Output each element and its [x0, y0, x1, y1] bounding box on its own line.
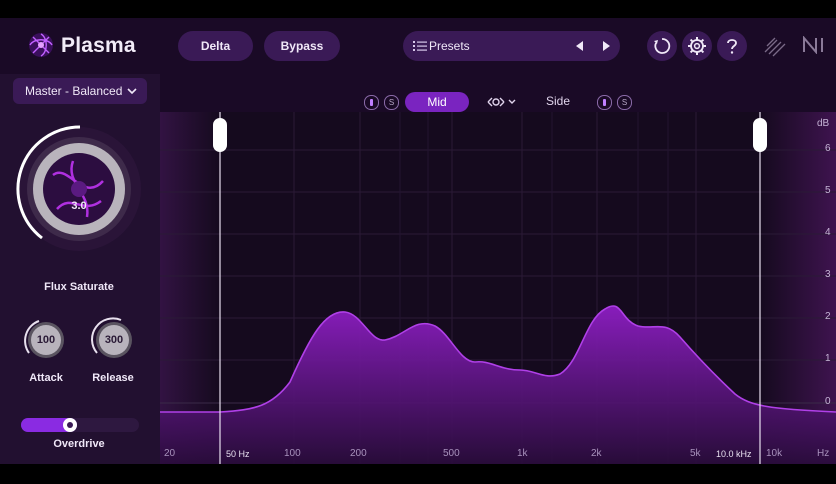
- db-tick: 4: [825, 227, 831, 238]
- attack-value: 100: [36, 334, 56, 346]
- side-tab[interactable]: Side: [546, 94, 570, 108]
- previous-preset-icon[interactable]: [573, 39, 587, 53]
- flux-saturate-label: Flux Saturate: [44, 281, 114, 293]
- release-value: 300: [104, 334, 124, 346]
- spectrum-svg: [160, 112, 836, 464]
- flux-saturate-value: 3.0: [71, 200, 87, 212]
- db-tick: 0: [825, 396, 831, 407]
- list-icon: [413, 41, 427, 51]
- izotope-logo-icon: [764, 37, 786, 57]
- db-tick: 6: [825, 143, 831, 154]
- overdrive-thumb[interactable]: [63, 418, 77, 432]
- help-icon: [727, 39, 737, 54]
- preset-mode-dropdown[interactable]: Master - Balanced: [13, 78, 147, 104]
- presets-label: Presets: [429, 39, 470, 53]
- plasma-window: Plasma Delta Bypass Presets Master - Bal…: [0, 18, 836, 464]
- hz-tick: 200: [350, 448, 367, 459]
- settings-button[interactable]: [682, 31, 712, 61]
- flux-saturate-knob[interactable]: [13, 123, 145, 255]
- chevron-down-icon: [127, 88, 137, 95]
- hz-tick: 5k: [690, 448, 701, 459]
- main-panel: S Mid Side S dB 6 5 4 3 2 1 0 20 50 Hz 1…: [160, 74, 836, 464]
- presets-bar[interactable]: Presets: [403, 31, 620, 61]
- top-toolbar: Plasma Delta Bypass Presets: [0, 18, 836, 74]
- high-cut-handle[interactable]: [753, 118, 767, 152]
- hz-tick: 20: [164, 448, 176, 459]
- mid-tab[interactable]: Mid: [405, 92, 469, 112]
- spectrum-graph[interactable]: dB 6 5 4 3 2 1 0 20 50 Hz 100 200 500 1k…: [160, 112, 836, 464]
- preset-mode-value: Master - Balanced: [25, 84, 123, 98]
- stereo-link-icon[interactable]: [484, 96, 518, 108]
- hz-tick: 10k: [766, 448, 783, 459]
- assistant-icon: [654, 38, 671, 54]
- overdrive-slider[interactable]: [21, 418, 139, 432]
- hz-tick: 1k: [517, 448, 528, 459]
- high-cut-frequency-label: 10.0 kHz: [716, 449, 752, 459]
- mid-mute-toggle[interactable]: [364, 95, 379, 110]
- db-unit-label: dB: [817, 118, 830, 129]
- overdrive-label: Overdrive: [53, 438, 105, 450]
- mid-solo-toggle[interactable]: S: [384, 95, 399, 110]
- native-instruments-logo-icon: [803, 36, 823, 54]
- sidebar: Master - Balanced 3.0 Flux Saturate 100 …: [0, 74, 160, 464]
- next-preset-icon[interactable]: [599, 39, 613, 53]
- mid-side-bar: S Mid Side S: [160, 74, 836, 112]
- attack-label: Attack: [29, 372, 63, 384]
- side-solo-toggle[interactable]: S: [617, 95, 632, 110]
- hz-tick: 100: [284, 448, 301, 459]
- app-title: Plasma: [61, 34, 136, 57]
- gear-icon: [688, 37, 706, 55]
- spectrum-fill: [160, 305, 836, 464]
- db-tick: 1: [825, 353, 831, 364]
- side-mute-toggle[interactable]: [597, 95, 612, 110]
- hz-tick: 2k: [591, 448, 602, 459]
- db-tick: 3: [825, 269, 831, 280]
- help-button[interactable]: [717, 31, 747, 61]
- plasma-logo-icon: [29, 33, 53, 57]
- low-cut-frequency-label: 50 Hz: [226, 449, 250, 459]
- delta-button[interactable]: Delta: [178, 31, 253, 61]
- hz-unit-label: Hz: [817, 448, 830, 459]
- bypass-button[interactable]: Bypass: [264, 31, 340, 61]
- release-label: Release: [92, 372, 134, 384]
- db-tick: 2: [825, 311, 831, 322]
- db-tick: 5: [825, 185, 831, 196]
- hz-tick: 500: [443, 448, 460, 459]
- assistant-button[interactable]: [647, 31, 677, 61]
- low-cut-handle[interactable]: [213, 118, 227, 152]
